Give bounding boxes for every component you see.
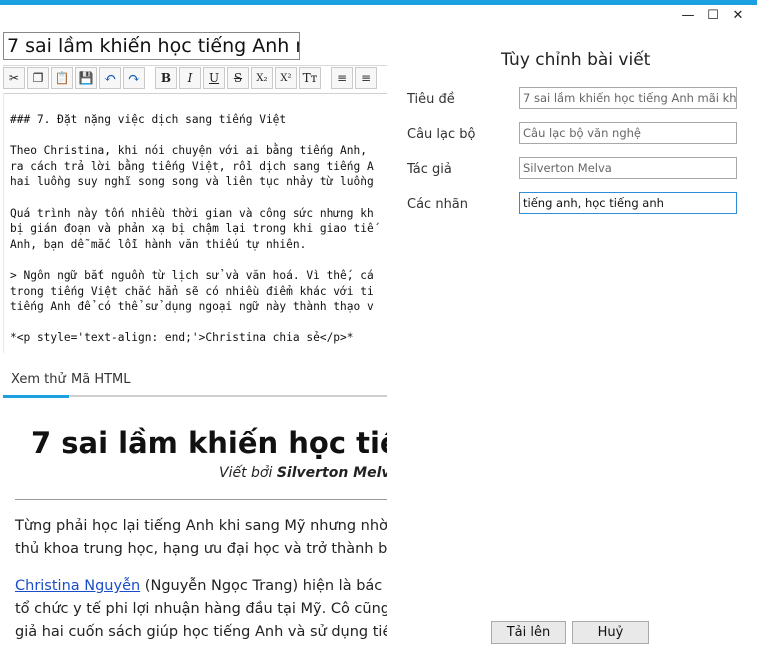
cancel-button[interactable]: Huỷ bbox=[572, 621, 649, 644]
superscript-button[interactable]: X² bbox=[275, 67, 297, 89]
formatting-toolbar: ✂ ❐ 📋 💾 ↶ ↷ B I U S X₂ X² Tт ≡ ≡ bbox=[3, 65, 387, 90]
font-size-button[interactable]: Tт bbox=[299, 67, 321, 89]
paste-icon[interactable]: 📋 bbox=[51, 67, 73, 89]
author-field[interactable]: Silverton Melva bbox=[519, 157, 737, 179]
maximize-icon[interactable]: ☐ bbox=[704, 8, 722, 23]
preview-line: Christina Nguyễn (Nguyễn Ngọc Trang) hiệ… bbox=[15, 575, 387, 598]
view-tabs: Xem thử Mã HTML bbox=[3, 368, 387, 398]
tab-html[interactable]: Mã HTML bbox=[71, 372, 131, 387]
title-field[interactable]: 7 sai lầm khiến học tiếng Anh mãi không bbox=[519, 87, 737, 109]
preview-text: (Nguyễn Ngọc Trang) hiện là bác sĩ bbox=[140, 578, 387, 594]
markdown-editor[interactable]: ### 7. Đặt nặng việc dịch sang tiếng Việ… bbox=[3, 93, 387, 353]
preview-line: Từng phải học lại tiếng Anh khi sang Mỹ … bbox=[15, 518, 387, 534]
editor-line bbox=[10, 128, 387, 144]
editor-line bbox=[10, 315, 387, 331]
editor-line: Anh, bạn dễ mắc lỗi hành văn thiếu tự nh… bbox=[10, 237, 307, 251]
author-link[interactable]: Christina Nguyễn bbox=[15, 578, 140, 594]
tab-active-indicator bbox=[3, 395, 69, 398]
window-accent-bar bbox=[0, 0, 757, 5]
undo-icon[interactable]: ↶ bbox=[99, 67, 121, 89]
tab-preview[interactable]: Xem thử bbox=[11, 372, 66, 387]
align-left-button[interactable]: ≡ bbox=[331, 67, 353, 89]
editor-line: ra cách trả lời bằng tiếng Việt, rồi dịc… bbox=[10, 159, 374, 173]
close-icon[interactable]: ✕ bbox=[729, 8, 747, 23]
preview-paragraph-1: Từng phải học lại tiếng Anh khi sang Mỹ … bbox=[15, 515, 387, 561]
byline-author: Silverton Melva bbox=[276, 465, 387, 481]
preview-divider bbox=[15, 499, 387, 500]
cut-icon[interactable]: ✂ bbox=[3, 67, 25, 89]
club-label: Câu lạc bộ bbox=[407, 127, 476, 142]
align-center-button[interactable]: ≡ bbox=[355, 67, 377, 89]
editor-line: *<p style='text-align: end;'>Christina c… bbox=[10, 331, 354, 345]
strikethrough-button[interactable]: S bbox=[227, 67, 249, 89]
post-title-input[interactable]: 7 sai lầm khiến học tiếng Anh mãi không bbox=[3, 32, 300, 60]
save-icon[interactable]: 💾 bbox=[75, 67, 97, 89]
byline-prefix: Viết bởi bbox=[219, 465, 273, 481]
subscript-button[interactable]: X₂ bbox=[251, 67, 273, 89]
tags-label: Các nhãn bbox=[407, 197, 469, 212]
preview-byline: Viết bởi Silverton Melva bbox=[219, 465, 387, 481]
editor-line: > Ngôn ngữ bắt nguồn từ lịch sử và văn h… bbox=[10, 268, 374, 282]
editor-line bbox=[10, 190, 387, 206]
underline-button[interactable]: U bbox=[203, 67, 225, 89]
editor-line: trong tiếng Việt chắc hẳn sẽ có nhiều đi… bbox=[10, 284, 374, 298]
preview-paragraph-2: Christina Nguyễn (Nguyễn Ngọc Trang) hiệ… bbox=[15, 575, 387, 644]
minimize-icon[interactable]: — bbox=[679, 8, 697, 23]
editor-line: hai luồng suy nghĩ song song và liên tục… bbox=[10, 175, 374, 189]
preview-line: giả hai cuốn sách giúp học tiếng Anh và … bbox=[15, 624, 387, 640]
preview-title: 7 sai lầm khiến học tiếng bbox=[31, 426, 387, 460]
bold-button[interactable]: B bbox=[155, 67, 177, 89]
author-label: Tác giả bbox=[407, 162, 452, 177]
editor-line bbox=[10, 252, 387, 268]
italic-button[interactable]: I bbox=[179, 67, 201, 89]
editor-line: Quá trình này tốn nhiều thời gian và côn… bbox=[10, 206, 374, 220]
club-field[interactable]: Câu lạc bộ văn nghệ bbox=[519, 122, 737, 144]
upload-button[interactable]: Tải lên bbox=[491, 621, 566, 644]
editor-line: Theo Christina, khi nói chuyện với ai bằ… bbox=[10, 144, 367, 158]
preview-line: thủ khoa trung học, hạng ưu đại học và t… bbox=[15, 541, 387, 557]
title-label: Tiêu đề bbox=[407, 92, 455, 107]
editor-line: bị gián đoạn và phản xạ bị chậm lại tron… bbox=[10, 222, 374, 236]
editor-line: ### 7. Đặt nặng việc dịch sang tiếng Việ… bbox=[10, 113, 287, 126]
tags-field[interactable]: tiếng anh, học tiếng anh bbox=[519, 192, 737, 214]
redo-icon[interactable]: ↷ bbox=[123, 67, 145, 89]
panel-title: Tùy chỉnh bài viết bbox=[501, 50, 651, 70]
preview-pane: 7 sai lầm khiến học tiếng Viết bởi Silve… bbox=[3, 400, 387, 663]
preview-line: tổ chức y tế phi lợi nhuận hàng đầu tại … bbox=[15, 601, 387, 617]
editor-line: tiếng Anh để có thể sử dụng ngoại ngữ nà… bbox=[10, 300, 374, 314]
copy-icon[interactable]: ❐ bbox=[27, 67, 49, 89]
